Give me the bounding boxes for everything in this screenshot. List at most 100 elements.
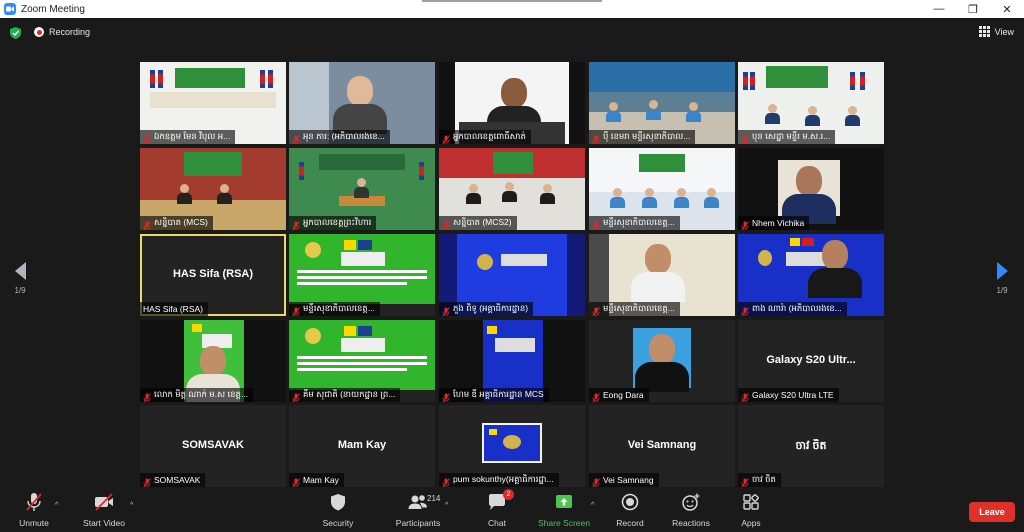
microphone-muted-icon [292, 304, 300, 316]
participant-name-bar: បុន សេដ្ឋា មន្ទីរ ម.ស.រ... [738, 130, 836, 144]
video-tile[interactable]: Eong Dara [589, 320, 735, 402]
microphone-muted-icon [592, 475, 600, 487]
audio-options-caret-icon[interactable]: ^ [55, 502, 58, 509]
close-button[interactable]: ✕ [990, 0, 1024, 18]
video-tile[interactable]: បុន សេដ្ឋា មន្ទីរ ម.ស.រ... [738, 62, 884, 144]
video-tile[interactable]: មន្ទីរសុខាភិបាលខេត្ត... [589, 234, 735, 316]
reactions-label: Reactions [672, 518, 710, 528]
participant-name-bar: Vei Samnang [589, 473, 659, 487]
participant-name-bar: ពាង ណារ៉ា (អភិបាលរងខេ... [738, 302, 847, 316]
participant-name: ហែម ឌី អគ្គាធិការដ្ឋាន MCS [453, 388, 544, 399]
participant-name-bar: pum sokunthy(អគ្គាធិការដ្ឋា... [439, 473, 559, 487]
microphone-muted-icon [442, 390, 450, 402]
participant-name: សន្និបាត (MCS2) [453, 216, 512, 227]
video-tile[interactable]: ភួង ពិទូ (អគ្គាធិការដ្ឋាន) [439, 234, 585, 316]
video-tile[interactable]: សន្និបាត (MCS2) [439, 148, 585, 230]
video-tile[interactable]: មន្ទីរសុខាភិបាលខេត្ត... [289, 234, 435, 316]
video-tile[interactable]: មន្ទីរសុខាភិបាលខេត្ត... [589, 148, 735, 230]
participants-icon: 214 [407, 492, 440, 512]
microphone-muted-icon [741, 475, 749, 487]
participant-name: មន្ទីរសុខាភិបាលខេត្ត... [603, 216, 675, 227]
participant-name: អ្នកបាលខេត្តពោធិ៍សាត់ [453, 130, 526, 141]
drag-handle[interactable] [422, 0, 602, 2]
meeting-toolbar: Unmute ^ Start Video ^ Security 214 Part… [0, 488, 1024, 532]
participant-name-bar: សន្និបាត (MCS) [140, 216, 213, 230]
video-tile[interactable]: pum sokunthy(អគ្គាធិការដ្ឋា... [439, 405, 585, 487]
page-indicator-left: 1/9 [14, 286, 26, 295]
participant-name-bar: លោក មិត្ត ណាក់ ម.ស ខេត្ត... [140, 388, 254, 402]
microphone-muted-icon [741, 304, 749, 316]
recording-label: Recording [49, 27, 91, 37]
participant-name: មន្ទីរសុខាភិបាលខេត្ត... [603, 302, 675, 313]
record-label: Record [616, 518, 644, 528]
video-tile[interactable]: HAS Sifa (RSA) HAS Sifa (RSA) [140, 234, 286, 316]
video-tile[interactable]: Galaxy S20 Ultr... Galaxy S20 Ultra LTE [738, 320, 884, 402]
video-tile[interactable]: ចាវ ចិត ចាវ ចិត [738, 405, 884, 487]
participant-name: គឹម សុជាតិ (នាយកដ្ឋាន ព្រ... [303, 388, 396, 399]
reactions-button[interactable]: Reactions [661, 492, 721, 528]
apps-button[interactable]: Apps [721, 492, 781, 528]
microphone-muted-icon [442, 475, 450, 487]
participant-name-bar: SOMSAVAK [140, 473, 206, 487]
participant-name-bar: មន្ទីរសុខាភិបាលខេត្ត... [589, 216, 680, 230]
participant-count: 214 [427, 494, 441, 503]
participant-name-bar: អុន ភារ: (អភិបាលរងខេ... [289, 130, 390, 144]
microphone-muted-icon [143, 475, 151, 487]
participant-name-bar: អ្នកបាលខេត្តព្រះវិហារ [289, 216, 377, 230]
video-tile[interactable]: អុន ភារ: (អភិបាលរងខេ... [289, 62, 435, 144]
video-tile[interactable]: អ្នកបាលខេត្តព្រះវិហារ [289, 148, 435, 230]
microphone-muted-icon [442, 132, 450, 144]
video-tile[interactable]: គឹម សុជាតិ (នាយកដ្ឋាន ព្រ... [289, 320, 435, 402]
previous-page-button[interactable]: 1/9 [8, 262, 32, 295]
record-dot-icon [34, 27, 44, 37]
participant-display-name: Galaxy S20 Ultr... [766, 354, 856, 366]
video-tile[interactable]: ឯកឧត្តម មែន វិបុល អ... [140, 62, 286, 144]
video-tile[interactable]: ហែម ឌី អគ្គាធិការដ្ឋាន MCS [439, 320, 585, 402]
share-screen-icon [553, 492, 575, 512]
start-video-label: Start Video [83, 518, 125, 528]
chevron-left-icon [14, 262, 26, 280]
next-page-button[interactable]: 1/9 [990, 262, 1014, 295]
start-video-button[interactable]: Start Video [74, 492, 134, 528]
security-shield-icon [327, 492, 349, 512]
leave-button[interactable]: Leave [969, 502, 1015, 522]
participant-name: មន្ទីរសុខាភិបាលខេត្ត... [303, 302, 375, 313]
participants-options-caret-icon[interactable]: ^ [445, 502, 448, 509]
view-button[interactable]: View [978, 26, 1014, 37]
participant-name: pum sokunthy(អគ្គាធិការដ្ឋា... [453, 473, 554, 484]
shield-check-icon[interactable] [10, 27, 21, 39]
video-tile[interactable]: Mam Kay Mam Kay [289, 405, 435, 487]
smiley-plus-icon [680, 492, 702, 512]
recording-indicator[interactable]: Recording [34, 27, 90, 37]
apps-icon [740, 492, 762, 512]
chat-button[interactable]: 2 Chat [467, 489, 527, 528]
microphone-muted-icon [292, 218, 300, 230]
maximize-button[interactable]: ❐ [956, 0, 990, 18]
participants-label: Participants [395, 518, 441, 528]
participant-name: បុន សេដ្ឋា មន្ទីរ ម.ស.រ... [752, 130, 831, 141]
participant-name: SOMSAVAK [154, 475, 201, 485]
microphone-muted-icon [143, 390, 151, 402]
participant-name-bar: Eong Dara [589, 388, 649, 402]
page-indicator-right: 1/9 [996, 286, 1008, 295]
security-button[interactable]: Security [308, 492, 368, 528]
window-title: Zoom Meeting [21, 3, 85, 15]
video-tile[interactable]: លោក មិត្ត ណាក់ ម.ស ខេត្ត... [140, 320, 286, 402]
participant-name-bar: ឯកឧត្តម មែន វិបុល អ... [140, 130, 236, 144]
video-options-caret-icon[interactable]: ^ [130, 502, 133, 509]
share-screen-button[interactable]: Share Screen [534, 492, 594, 528]
record-button[interactable]: Record [600, 492, 660, 528]
minimize-button[interactable]: — [922, 0, 956, 18]
video-tile[interactable]: អ្នកបាលខេត្តពោធិ៍សាត់ [439, 62, 585, 144]
share-options-caret-icon[interactable]: ^ [591, 502, 594, 509]
video-tile[interactable]: Nhem Vichika [738, 148, 884, 230]
video-tile[interactable]: Vei Samnang Vei Samnang [589, 405, 735, 487]
video-tile[interactable]: ពាង ណារ៉ា (អភិបាលរងខេ... [738, 234, 884, 316]
video-tile[interactable]: សន្និបាត (MCS) [140, 148, 286, 230]
video-tile[interactable]: SOMSAVAK SOMSAVAK [140, 405, 286, 487]
participants-button[interactable]: 214 Participants [388, 492, 448, 528]
video-tile[interactable]: បុី ខេមរា មន្ទីរសុខាភិបាល... [589, 62, 735, 144]
microphone-muted-icon [442, 218, 450, 230]
unmute-button[interactable]: Unmute [4, 492, 64, 528]
participant-name: អុន ភារ: (អភិបាលរងខេ... [303, 130, 385, 141]
